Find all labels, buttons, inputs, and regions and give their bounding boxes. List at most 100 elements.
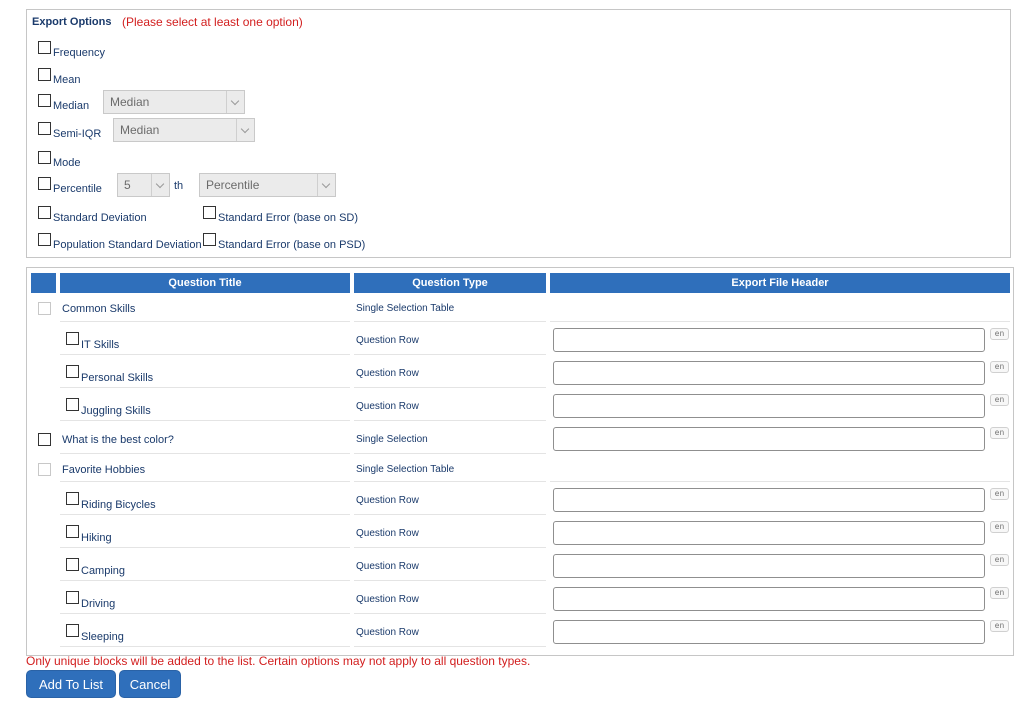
frequency-checkbox[interactable] [38, 41, 51, 54]
question-title-cell[interactable]: Riding Bicycles [66, 492, 156, 511]
mode-checkbox[interactable] [38, 151, 51, 164]
mode-option[interactable]: Mode [38, 151, 81, 169]
question-type: Question Row [356, 528, 419, 539]
pop-std-dev-label: Population Standard Deviation [53, 238, 202, 251]
export-header-input[interactable] [553, 427, 985, 451]
export-header-input[interactable] [553, 620, 985, 644]
language-badge[interactable]: en [990, 587, 1009, 599]
percentile-number-select[interactable]: 5 [117, 173, 170, 197]
row-checkbox[interactable] [66, 492, 79, 505]
row-checkbox[interactable] [66, 365, 79, 378]
add-to-list-button[interactable]: Add To List [26, 670, 116, 698]
std-err-sd-label: Standard Error (base on SD) [218, 211, 359, 224]
row-checkbox[interactable] [66, 525, 79, 538]
question-title: Juggling Skills [81, 404, 151, 417]
language-badge[interactable]: en [990, 394, 1009, 406]
std-err-psd-option[interactable]: Standard Error (base on PSD) [203, 233, 366, 251]
pop-std-dev-checkbox[interactable] [38, 233, 51, 246]
question-title-cell[interactable]: Driving [66, 591, 116, 610]
table-row: Riding Bicycles Question Row en [27, 482, 1013, 515]
export-header-input[interactable] [553, 587, 985, 611]
table-row: IT Skills Question Row en [27, 322, 1013, 355]
median-label: Median [53, 99, 90, 112]
std-dev-checkbox[interactable] [38, 206, 51, 219]
table-row: Common Skills Single Selection Table [27, 295, 1013, 322]
language-badge[interactable]: en [990, 521, 1009, 533]
median-select-value: Median [110, 95, 150, 109]
question-title-cell[interactable]: Sleeping [66, 624, 124, 643]
mean-label: Mean [53, 73, 81, 86]
question-title-cell[interactable]: Hiking [66, 525, 112, 544]
export-header-input[interactable] [553, 361, 985, 385]
median-option[interactable]: Median [38, 94, 90, 112]
row-checkbox[interactable] [38, 433, 51, 446]
table-row: Personal Skills Question Row en [27, 355, 1013, 388]
semi-iqr-option[interactable]: Semi-IQR [38, 122, 101, 140]
frequency-label: Frequency [53, 46, 105, 59]
table-row: Favorite Hobbies Single Selection Table [27, 454, 1013, 482]
question-title: Driving [81, 597, 116, 610]
percentile-label: Percentile [53, 182, 102, 195]
question-type: Question Row [356, 627, 419, 638]
std-err-sd-option[interactable]: Standard Error (base on SD) [203, 206, 359, 224]
language-badge[interactable]: en [990, 488, 1009, 500]
table-row: Driving Question Row en [27, 581, 1013, 614]
question-title-cell[interactable]: IT Skills [66, 332, 119, 351]
table-row: Camping Question Row en [27, 548, 1013, 581]
frequency-option[interactable]: Frequency [38, 41, 105, 59]
percentile-number-value: 5 [124, 178, 131, 192]
header-question-title: Question Title [60, 273, 350, 293]
export-header-input[interactable] [553, 328, 985, 352]
language-badge[interactable]: en [990, 361, 1009, 373]
question-type: Question Row [356, 495, 419, 506]
row-checkbox[interactable] [66, 398, 79, 411]
language-badge[interactable]: en [990, 620, 1009, 632]
percentile-checkbox[interactable] [38, 177, 51, 190]
language-badge[interactable]: en [990, 328, 1009, 340]
export-options-title: Export Options [32, 16, 112, 28]
std-err-psd-checkbox[interactable] [203, 233, 216, 246]
percentile-type-value: Percentile [206, 178, 260, 192]
chevron-down-icon [151, 174, 169, 196]
question-table: Question Title Question Type Export File… [26, 267, 1014, 656]
export-options-panel: Export Options (Please select at least o… [26, 9, 1011, 258]
std-dev-option[interactable]: Standard Deviation [38, 206, 147, 224]
export-header-input[interactable] [553, 554, 985, 578]
semi-iqr-select-value: Median [120, 123, 160, 137]
semi-iqr-select[interactable]: Median [113, 118, 255, 142]
export-header-input[interactable] [553, 488, 985, 512]
question-title: Common Skills [62, 303, 136, 315]
export-header-input[interactable] [553, 521, 985, 545]
header-question-type: Question Type [354, 273, 546, 293]
question-title-cell[interactable]: Juggling Skills [66, 398, 151, 417]
question-title: Favorite Hobbies [62, 464, 146, 476]
export-header-input[interactable] [553, 394, 985, 418]
percentile-suffix: th [174, 180, 184, 192]
question-title-cell[interactable]: Personal Skills [66, 365, 153, 384]
unique-blocks-note: Only unique blocks will be added to the … [26, 654, 531, 668]
row-checkbox[interactable] [66, 332, 79, 345]
std-err-sd-checkbox[interactable] [203, 206, 216, 219]
question-title: Sleeping [81, 630, 124, 643]
chevron-down-icon [226, 91, 244, 113]
language-badge[interactable]: en [990, 427, 1009, 439]
median-select[interactable]: Median [103, 90, 245, 114]
percentile-option[interactable]: Percentile [38, 177, 102, 195]
percentile-type-select[interactable]: Percentile [199, 173, 336, 197]
chevron-down-icon [236, 119, 254, 141]
median-checkbox[interactable] [38, 94, 51, 107]
row-checkbox[interactable] [66, 558, 79, 571]
row-checkbox[interactable] [66, 591, 79, 604]
semi-iqr-checkbox[interactable] [38, 122, 51, 135]
question-title: Camping [81, 564, 126, 577]
cancel-button[interactable]: Cancel [119, 670, 181, 698]
mean-checkbox[interactable] [38, 68, 51, 81]
row-checkbox[interactable] [66, 624, 79, 637]
language-badge[interactable]: en [990, 554, 1009, 566]
pop-std-dev-option[interactable]: Population Standard Deviation [38, 233, 202, 251]
question-title-cell[interactable]: Camping [66, 558, 126, 577]
mean-option[interactable]: Mean [38, 68, 81, 86]
question-title: Hiking [81, 531, 112, 544]
std-err-psd-label: Standard Error (base on PSD) [218, 238, 366, 251]
question-type: Question Row [356, 561, 419, 572]
